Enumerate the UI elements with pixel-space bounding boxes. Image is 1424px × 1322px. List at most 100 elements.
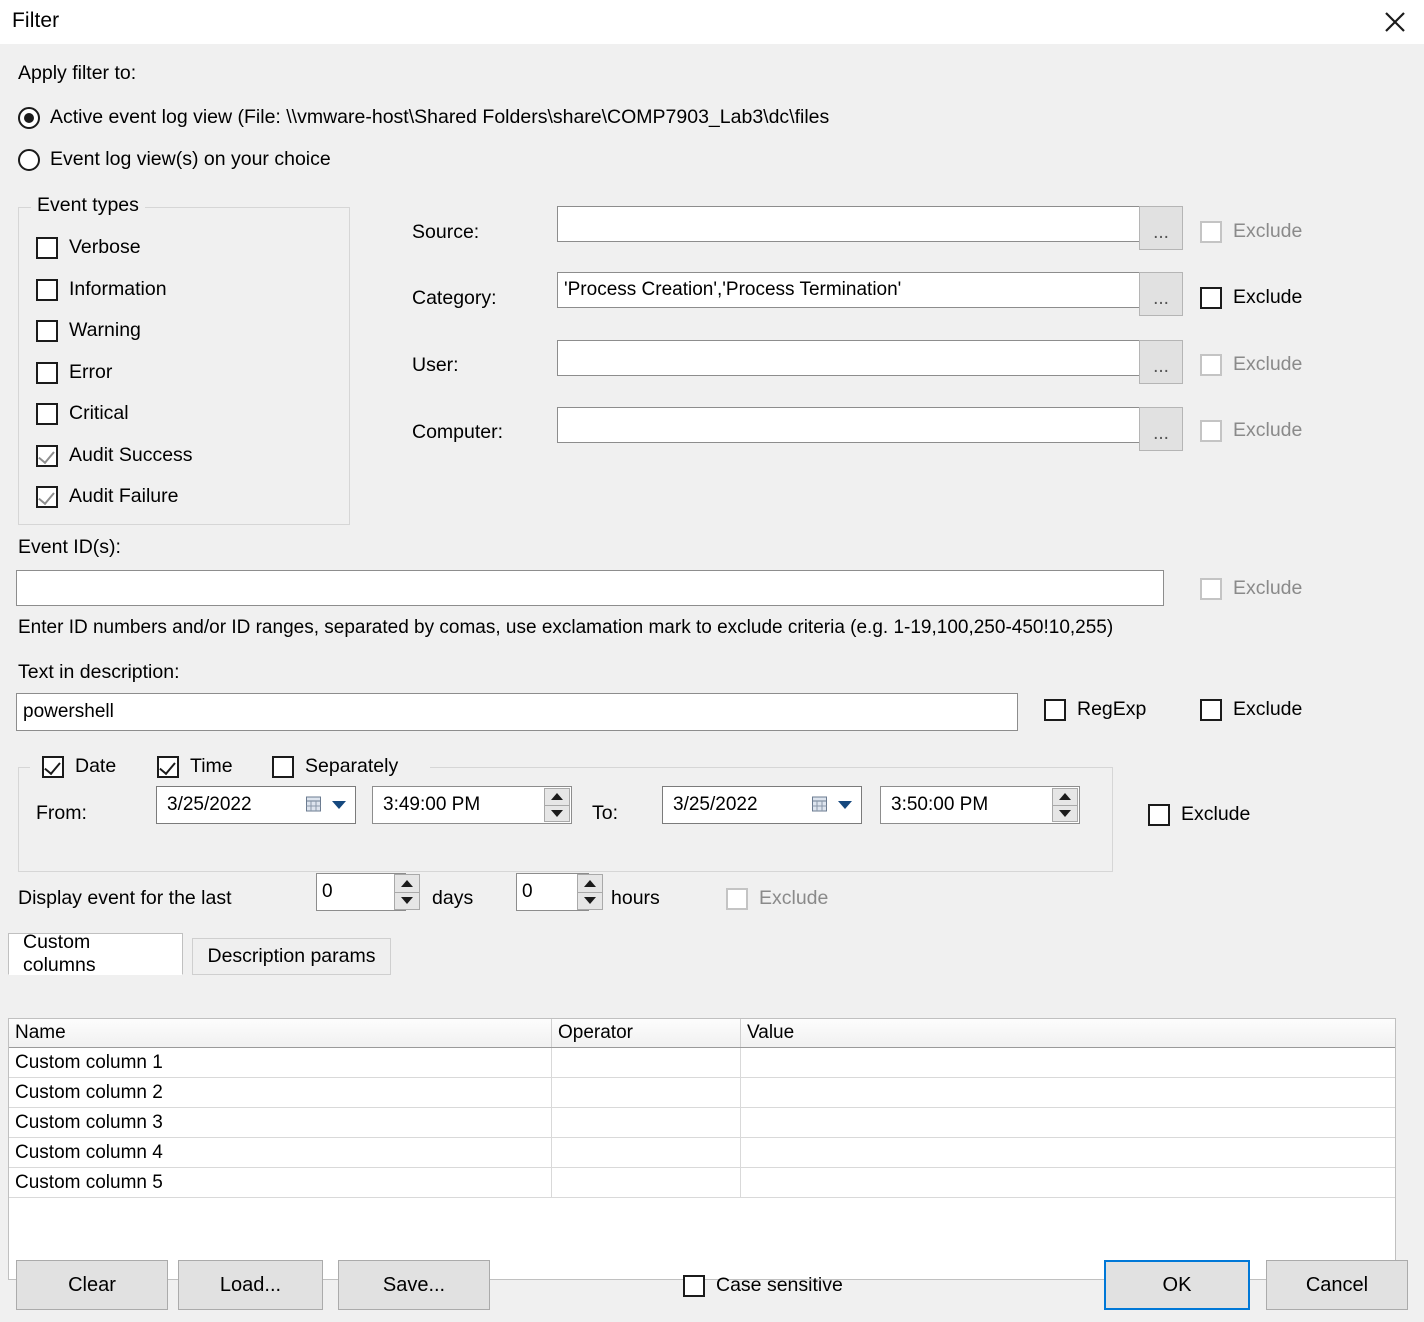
checkbox-label-verbose: Verbose	[69, 236, 141, 258]
user-exclude-checkbox: Exclude	[1200, 353, 1302, 376]
checkbox-indicator-verbose	[36, 236, 58, 259]
tab-description-params[interactable]: Description params	[192, 938, 391, 975]
event-ids-exclude-label: Exclude	[1233, 577, 1303, 599]
datetime-exclude-checkbox[interactable]: Exclude	[1148, 803, 1250, 826]
source-browse-button[interactable]: ...	[1139, 206, 1183, 250]
checkbox-label-audit-failure: Audit Failure	[69, 485, 179, 507]
cell-operator[interactable]	[552, 1138, 741, 1167]
hours-stepper-up[interactable]	[577, 874, 603, 893]
cell-operator[interactable]	[552, 1078, 741, 1107]
to-time-stepper[interactable]	[1052, 788, 1078, 822]
from-time-input[interactable]: 3:49:00 PM	[372, 786, 572, 824]
regexp-label: RegExp	[1077, 698, 1147, 720]
cell-name[interactable]: Custom column 3	[9, 1108, 552, 1137]
last-period-exclude-indicator	[726, 887, 748, 910]
source-label: Source:	[412, 221, 480, 243]
dialog-body: Apply filter to: Active event log view (…	[0, 44, 1424, 1322]
from-date-picker[interactable]: 3/25/2022	[156, 786, 356, 824]
ok-button-label: OK	[1162, 1273, 1192, 1296]
radio-active-event-log-view[interactable]: Active event log view (File: \\vmware-ho…	[18, 106, 829, 129]
triangle-up-icon	[401, 879, 413, 887]
cell-value[interactable]	[741, 1048, 1394, 1077]
category-input[interactable]: 'Process Creation','Process Termination'	[557, 272, 1142, 308]
days-stepper[interactable]	[394, 874, 420, 910]
table-row[interactable]: Custom column 3	[9, 1108, 1395, 1138]
category-exclude-indicator	[1200, 286, 1222, 309]
checkbox-time[interactable]: Time	[157, 755, 233, 778]
datetime-exclude-indicator	[1148, 803, 1170, 826]
close-icon[interactable]	[1366, 0, 1424, 44]
event-ids-input[interactable]	[16, 570, 1164, 606]
regexp-indicator	[1044, 698, 1066, 721]
to-date-chevron-down-icon[interactable]	[838, 801, 852, 809]
cell-operator[interactable]	[552, 1048, 741, 1077]
user-exclude-indicator	[1200, 353, 1222, 376]
cancel-button[interactable]: Cancel	[1266, 1260, 1408, 1310]
from-date-chevron-down-icon[interactable]	[332, 801, 346, 809]
save-button[interactable]: Save...	[338, 1260, 490, 1310]
category-browse-button[interactable]: ...	[1139, 272, 1183, 316]
computer-exclude-indicator	[1200, 419, 1222, 442]
cell-value[interactable]	[741, 1138, 1394, 1167]
description-input[interactable]: powershell	[16, 693, 1018, 731]
cell-operator[interactable]	[552, 1168, 741, 1197]
tab-custom-columns[interactable]: Custom columns	[8, 931, 183, 976]
table-header-name[interactable]: Name	[9, 1019, 552, 1047]
checkbox-audit-failure[interactable]: Audit Failure	[36, 485, 178, 508]
from-time-stepper-up[interactable]	[544, 788, 570, 806]
checkbox-audit-success[interactable]: Audit Success	[36, 444, 193, 467]
to-time-stepper-up[interactable]	[1052, 788, 1078, 806]
cell-name[interactable]: Custom column 4	[9, 1138, 552, 1167]
computer-input[interactable]	[557, 407, 1142, 443]
cell-operator[interactable]	[552, 1108, 741, 1137]
computer-browse-button[interactable]: ...	[1139, 407, 1183, 451]
cell-value[interactable]	[741, 1168, 1394, 1197]
checkbox-separately[interactable]: Separately	[272, 755, 398, 778]
ok-button[interactable]: OK	[1104, 1260, 1250, 1310]
radio-event-log-views-choice[interactable]: Event log view(s) on your choice	[18, 148, 331, 171]
checkbox-label-time: Time	[190, 755, 233, 777]
cell-name[interactable]: Custom column 2	[9, 1078, 552, 1107]
table-row[interactable]: Custom column 2	[9, 1078, 1395, 1108]
clear-button[interactable]: Clear	[16, 1260, 168, 1310]
table-row[interactable]: Custom column 1	[9, 1048, 1395, 1078]
category-exclude-checkbox[interactable]: Exclude	[1200, 286, 1302, 309]
checkbox-indicator-critical	[36, 402, 58, 425]
regexp-checkbox[interactable]: RegExp	[1044, 698, 1146, 721]
checkbox-label-information: Information	[69, 278, 167, 300]
to-time-stepper-down[interactable]	[1052, 805, 1078, 822]
checkbox-critical[interactable]: Critical	[36, 402, 129, 425]
cell-value[interactable]	[741, 1078, 1394, 1107]
from-time-stepper-down[interactable]	[544, 805, 570, 822]
days-input[interactable]: 0	[316, 873, 406, 911]
table-row[interactable]: Custom column 5	[9, 1168, 1395, 1198]
checkbox-indicator-warning	[36, 319, 58, 342]
source-input[interactable]	[557, 206, 1142, 242]
hours-stepper[interactable]	[577, 874, 603, 910]
user-browse-button[interactable]: ...	[1139, 340, 1183, 384]
checkbox-error[interactable]: Error	[36, 361, 112, 384]
checkbox-date[interactable]: Date	[42, 755, 116, 778]
load-button[interactable]: Load...	[178, 1260, 323, 1310]
cancel-button-label: Cancel	[1305, 1273, 1369, 1296]
case-sensitive-checkbox[interactable]: Case sensitive	[683, 1274, 843, 1297]
cell-name[interactable]: Custom column 1	[9, 1048, 552, 1077]
checkbox-information[interactable]: Information	[36, 278, 167, 301]
user-input[interactable]	[557, 340, 1142, 376]
cell-value[interactable]	[741, 1108, 1394, 1137]
days-stepper-down[interactable]	[394, 892, 420, 910]
table-row[interactable]: Custom column 4	[9, 1138, 1395, 1168]
table-header-operator[interactable]: Operator	[552, 1019, 741, 1047]
days-stepper-up[interactable]	[394, 874, 420, 893]
description-exclude-checkbox[interactable]: Exclude	[1200, 698, 1302, 721]
checkbox-verbose[interactable]: Verbose	[36, 236, 141, 259]
cell-name[interactable]: Custom column 5	[9, 1168, 552, 1197]
checkbox-label-separately: Separately	[305, 755, 399, 777]
to-time-input[interactable]: 3:50:00 PM	[880, 786, 1080, 824]
checkbox-warning[interactable]: Warning	[36, 319, 141, 342]
checkbox-label-critical: Critical	[69, 402, 129, 424]
to-date-picker[interactable]: 3/25/2022	[662, 786, 862, 824]
from-time-stepper[interactable]	[544, 788, 570, 822]
table-header-value[interactable]: Value	[741, 1019, 1394, 1047]
hours-stepper-down[interactable]	[577, 892, 603, 910]
